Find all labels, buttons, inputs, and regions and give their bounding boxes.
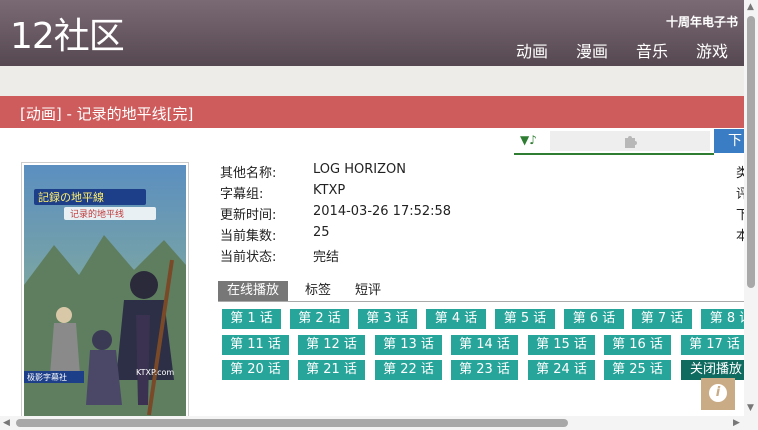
episode-button[interactable]: 第 20 话 [222, 360, 289, 380]
info-value: 完结 [313, 250, 340, 265]
scroll-down-icon[interactable]: ▼ [747, 403, 754, 413]
info-button[interactable]: i [701, 378, 735, 410]
nav-anime[interactable]: 动画 [516, 38, 548, 62]
info-label: 字幕组: [220, 187, 264, 202]
episode-button[interactable]: 第 25 话 [604, 360, 671, 380]
info-label: 当前集数: [220, 229, 277, 244]
episode-button[interactable]: 第 24 话 [528, 360, 595, 380]
info-value: KTXP [313, 183, 346, 198]
info-label: 其他名称: [220, 166, 277, 181]
player-track[interactable] [550, 131, 710, 151]
scroll-left-icon[interactable]: ◀ [3, 418, 10, 428]
info-icon: i [709, 384, 727, 402]
episode-button[interactable]: 第 15 话 [528, 335, 595, 355]
cover-title-art: 記録の地平線 [38, 190, 104, 204]
page-title-bar: [动画] - 记录的地平线[完] [0, 96, 744, 128]
info-value: 25 [313, 225, 330, 240]
episode-button[interactable]: 第 12 话 [298, 335, 365, 355]
tab-reviews[interactable]: 短评 [355, 281, 381, 301]
spacer-bar [0, 66, 744, 96]
volume-icon[interactable]: ▼♪ [520, 133, 537, 147]
info-value: LOG HORIZON [313, 162, 406, 177]
download-button[interactable]: 下 [714, 129, 744, 153]
audio-player: ▼♪ [514, 129, 714, 155]
episode-list: 第 1 话 第 2 话 第 3 话 第 4 话 第 5 话 第 6 话 第 7 … [222, 309, 744, 381]
cover-subtitle: 记录的地平线 [70, 208, 124, 220]
episode-button[interactable]: 第 6 话 [564, 309, 624, 329]
tab-tags[interactable]: 标签 [305, 281, 331, 301]
site-header: 12社区 十周年电子书 动画 漫画 音乐 游戏 [0, 0, 744, 66]
tab-online-play[interactable]: 在线播放 [218, 281, 289, 301]
episode-button[interactable]: 第 8 话 [701, 309, 744, 329]
horizontal-scroll-thumb[interactable] [16, 419, 568, 427]
episode-button[interactable]: 第 11 话 [222, 335, 289, 355]
episode-button[interactable]: 第 4 话 [426, 309, 486, 329]
episode-button[interactable]: 第 13 话 [375, 335, 442, 355]
episode-button[interactable]: 第 14 话 [451, 335, 518, 355]
cover-group: 极影字幕社 [27, 372, 67, 382]
episode-button[interactable]: 第 16 话 [604, 335, 671, 355]
cover-brand: KTXP.com [136, 368, 174, 377]
episode-button[interactable]: 第 17 话 [681, 335, 744, 355]
info-label: 当前状态: [220, 250, 277, 265]
top-nav: 动画 漫画 音乐 游戏 [516, 38, 728, 62]
episode-button[interactable]: 第 21 话 [298, 360, 365, 380]
close-player-button[interactable]: 关闭播放 [681, 360, 744, 380]
vertical-scroll-thumb[interactable] [747, 16, 755, 288]
info-label: 更新时间: [220, 208, 277, 223]
puzzle-icon [622, 132, 640, 154]
episode-button[interactable]: 第 7 话 [632, 309, 692, 329]
episode-button[interactable]: 第 3 话 [358, 309, 417, 329]
episode-button[interactable]: 第 22 话 [375, 360, 442, 380]
episode-button[interactable]: 第 1 话 [222, 309, 281, 329]
scroll-right-icon[interactable]: ▶ [733, 418, 740, 428]
anniversary-link[interactable]: 十周年电子书 [666, 13, 738, 30]
nav-music[interactable]: 音乐 [636, 38, 668, 62]
scroll-up-icon[interactable]: ▲ [747, 2, 754, 12]
info-value: 2014-03-26 17:52:58 [313, 204, 452, 219]
episode-button[interactable]: 第 2 话 [290, 309, 349, 329]
page-title: [动画] - 记录的地平线[完] [20, 105, 194, 123]
nav-manga[interactable]: 漫画 [576, 38, 608, 62]
content-tabs: 在线播放 标签 短评 [218, 281, 744, 302]
nav-games[interactable]: 游戏 [696, 38, 728, 62]
site-logo[interactable]: 12社区 [10, 14, 125, 60]
cover-image[interactable]: 記録の地平線 记录的地平线 极影字幕社 KTXP.com [21, 162, 189, 420]
episode-button[interactable]: 第 23 话 [451, 360, 518, 380]
episode-button[interactable]: 第 5 话 [495, 309, 555, 329]
